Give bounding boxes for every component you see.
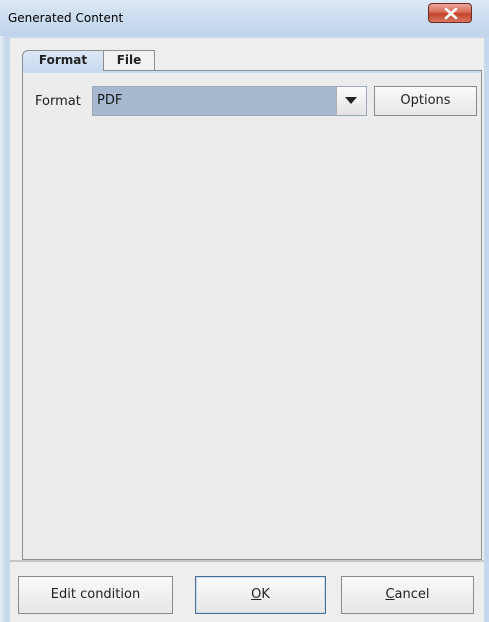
cancel-mnemonic: C [385, 587, 395, 602]
format-dropdown-value: PDF [97, 93, 123, 108]
edit-condition-button[interactable]: Edit condition [18, 576, 173, 614]
close-button[interactable] [428, 3, 472, 23]
cancel-button[interactable]: Cancel [341, 576, 474, 614]
window-border [0, 0, 6, 622]
window-title: Generated Content [8, 11, 124, 25]
format-tab-panel: Format PDF Options [22, 70, 482, 560]
close-icon [444, 7, 458, 20]
dialog-content: File Format Format PDF Options Edit cond… [10, 38, 484, 622]
tab-file[interactable]: File [103, 50, 155, 70]
dialog-window: Generated Content File Format Format PDF… [0, 0, 489, 622]
button-bar: Edit condition OK Cancel [10, 560, 484, 622]
ok-label-rest: K [261, 587, 270, 602]
format-label: Format [35, 94, 81, 109]
title-bar[interactable]: Generated Content [0, 0, 489, 36]
options-button[interactable]: Options [374, 86, 477, 116]
tab-panel-accent [23, 71, 481, 73]
cancel-label-rest: ancel [394, 587, 430, 602]
tab-format[interactable]: Format [22, 50, 104, 71]
format-dropdown[interactable]: PDF [92, 86, 367, 116]
ok-mnemonic: O [251, 587, 262, 602]
chevron-down-icon [345, 97, 357, 104]
format-dropdown-arrow[interactable] [336, 87, 366, 115]
ok-button[interactable]: OK [195, 576, 326, 614]
